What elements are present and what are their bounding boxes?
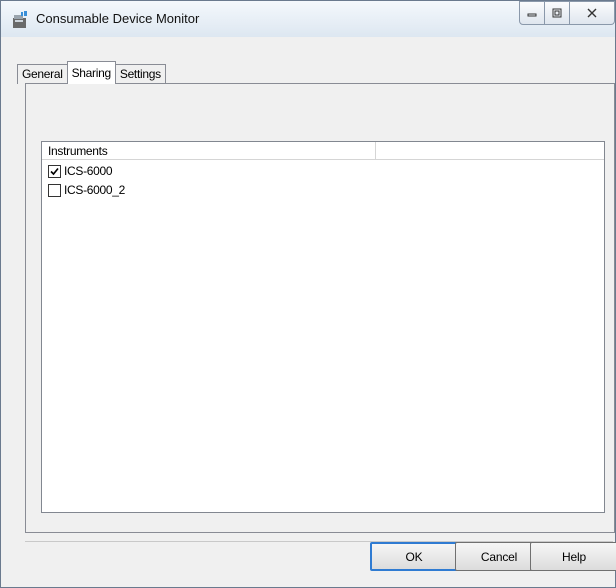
column-header-instruments[interactable]: Instruments (42, 142, 376, 160)
minimize-button[interactable] (519, 1, 545, 25)
list-header: Instruments (42, 142, 604, 161)
minimize-icon (527, 13, 537, 17)
window-title: Consumable Device Monitor (36, 11, 200, 26)
instrument-label: ICS-6000_2 (64, 183, 126, 197)
instrument-label: ICS-6000 (64, 164, 113, 178)
tab-settings[interactable]: Settings (114, 64, 166, 84)
maximize-button[interactable] (545, 1, 570, 25)
instruments-list[interactable]: Instruments ICS-6000 ICS-6000_2 (41, 141, 605, 513)
checkbox-checked[interactable] (48, 164, 61, 178)
column-header-empty[interactable] (376, 142, 604, 160)
close-button[interactable] (570, 1, 615, 25)
title-bar[interactable]: Consumable Device Monitor (1, 1, 615, 37)
caption-buttons (519, 1, 615, 25)
tab-sharing[interactable]: Sharing (66, 61, 116, 84)
app-icon (13, 11, 27, 28)
help-button[interactable]: Help (530, 542, 616, 571)
dialog-window: Consumable Device Monitor General Sharing… (0, 0, 616, 588)
tab-strip: General Sharing Settings (17, 61, 166, 84)
list-item[interactable]: ICS-6000_2 (48, 181, 125, 199)
checkbox-unchecked[interactable] (48, 183, 61, 197)
close-icon (587, 8, 597, 18)
ok-button[interactable]: OK (370, 542, 458, 571)
checkmark-icon (50, 167, 59, 175)
maximize-icon (552, 8, 562, 18)
tab-general[interactable]: General (17, 64, 68, 84)
list-item[interactable]: ICS-6000 (48, 162, 113, 180)
